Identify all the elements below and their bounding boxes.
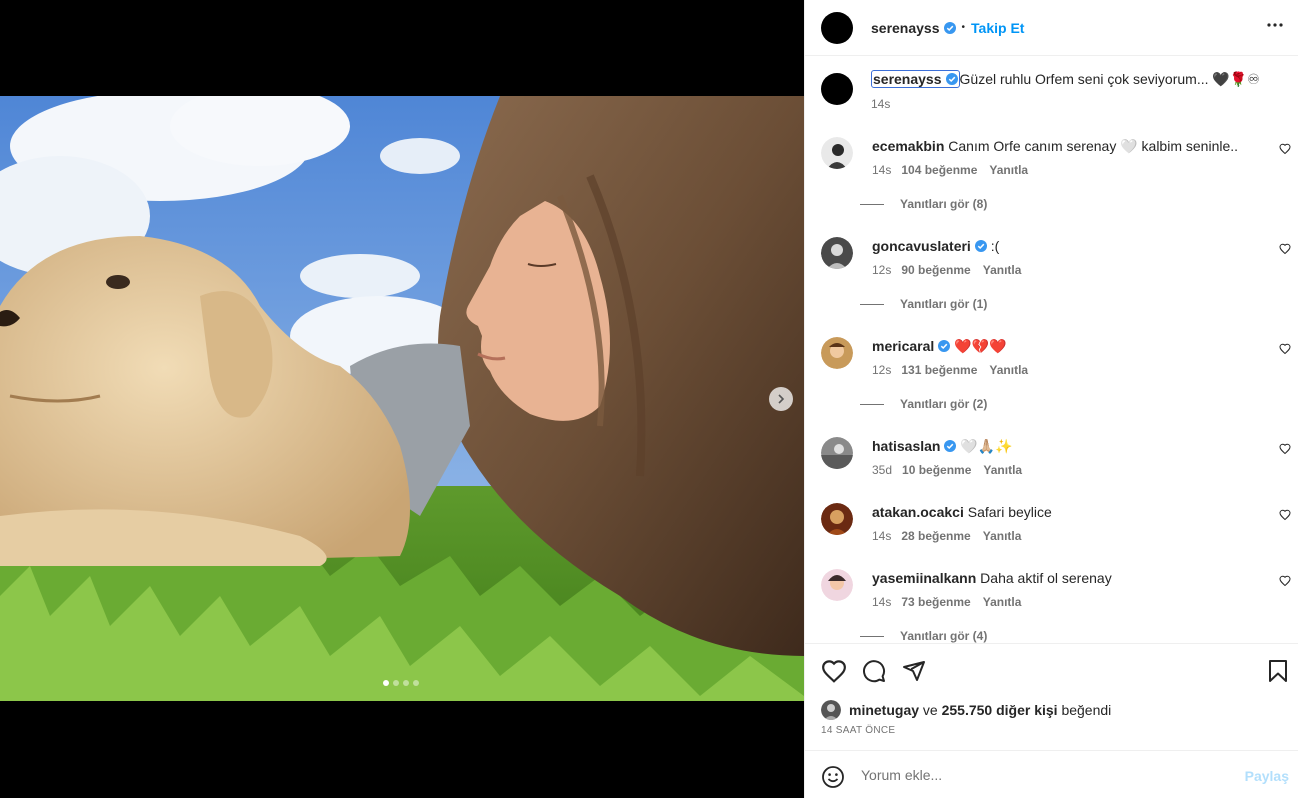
comment-likes[interactable]: 73 beğenme [901,595,970,609]
commenter-username[interactable]: hatisaslan [872,438,940,454]
more-options-icon[interactable] [1266,18,1284,32]
comment-like-icon[interactable] [1279,343,1291,355]
carousel-indicator [383,680,419,686]
comment-time[interactable]: 12s [872,363,891,377]
comment-time[interactable]: 14s [872,529,891,543]
verified-badge-icon [938,340,951,352]
reply-button[interactable]: Yanıtla [983,463,1022,477]
caption-text: Güzel ruhlu Orfem seni çok seviyorum... … [959,71,1260,87]
reply-button[interactable]: Yanıtla [983,263,1022,277]
view-replies-label[interactable]: Yanıtları gör (2) [900,397,987,411]
verified-badge-icon [974,240,987,252]
commenter-username[interactable]: atakan.ocakci [872,504,964,520]
likes-others[interactable]: 255.750 diğer kişi [942,702,1058,718]
likes-summary: minetugay ve 255.750 diğer kişi beğendi [821,700,1111,720]
chevron-right-icon [778,394,785,404]
carousel-dot [393,680,399,686]
add-comment-bar: Paylaş [805,750,1298,798]
post-photo[interactable] [0,96,804,701]
verified-badge-icon [944,440,957,452]
comment-text: Daha aktif ol serenay [980,570,1112,586]
comment-likes[interactable]: 90 beğenme [901,263,970,277]
post-header: serenayss • Takip Et [805,0,1298,56]
replies-line [860,635,884,637]
post-comment-button[interactable]: Paylaş [1245,768,1289,784]
commenter-avatar[interactable] [821,337,853,369]
comment-text: Safari beylice [967,504,1052,520]
comment-likes[interactable]: 104 beğenme [901,163,977,177]
comment-like-icon[interactable] [1279,443,1291,455]
reply-button[interactable]: Yanıtla [989,363,1028,377]
comment-time[interactable]: 35d [872,463,892,477]
comment-like-icon[interactable] [1279,509,1291,521]
view-replies-button[interactable]: Yanıtları gör (2) [860,397,987,411]
liker-avatar[interactable] [821,700,841,720]
comment-like-icon[interactable] [1279,243,1291,255]
comment-time[interactable]: 14s [872,163,891,177]
caption-avatar[interactable] [821,73,853,105]
commenter-avatar[interactable] [821,569,853,601]
commenter-avatar[interactable] [821,137,853,169]
emoji-icon[interactable] [821,765,845,789]
post-time-ago[interactable]: 14 SAAT ÖNCE [821,725,895,736]
next-slide-button[interactable] [769,387,793,411]
verified-badge-icon [943,21,956,34]
view-replies-button[interactable]: Yanıtları gör (8) [860,197,987,211]
commenter-username[interactable]: mericaral [872,338,934,354]
commenter-avatar[interactable] [821,237,853,269]
comment-like-icon[interactable] [1279,143,1291,155]
comment-likes[interactable]: 28 beğenme [901,529,970,543]
reply-button[interactable]: Yanıtla [989,163,1028,177]
verified-badge-icon [945,73,958,85]
commenter-username[interactable]: yasemiinalkann [872,570,976,586]
comment-text: ❤️💔❤️ [954,338,1007,354]
commenter-username[interactable]: ecemakbin [872,138,944,154]
commenter-username[interactable]: goncavuslateri [872,238,971,254]
comment-likes[interactable]: 131 beğenme [901,363,977,377]
like-heart-icon[interactable] [821,659,847,683]
view-replies-label[interactable]: Yanıtları gör (4) [900,629,987,643]
author-username[interactable]: serenayss [871,20,940,36]
follow-button[interactable]: Takip Et [971,20,1024,36]
replies-line [860,303,884,305]
comments-list[interactable]: serenayss Güzel ruhlu Orfem seni çok sevi… [805,57,1298,643]
photo-illustration [0,96,804,701]
comment-input[interactable] [861,763,1221,787]
carousel-dot [403,680,409,686]
commenter-avatar[interactable] [821,437,853,469]
post-actions [805,643,1298,701]
view-replies-label[interactable]: Yanıtları gör (1) [900,297,987,311]
carousel-dot [383,680,389,686]
view-replies-button[interactable]: Yanıtları gör (1) [860,297,987,311]
bookmark-save-icon[interactable] [1268,659,1288,683]
post-side-panel: serenayss • Takip Et serenayss Güzel ruhl… [804,0,1298,798]
carousel-dot [413,680,419,686]
author-avatar[interactable] [821,11,853,44]
replies-line [860,403,884,405]
share-send-icon[interactable] [902,659,926,683]
comment-like-icon[interactable] [1279,575,1291,587]
comment-text: Canım Orfe canım serenay 🤍 kalbim seninl… [948,138,1239,154]
view-replies-button[interactable]: Yanıtları gör (4) [860,629,987,643]
liker-username[interactable]: minetugay [849,702,919,718]
replies-line [860,203,884,205]
comment-text: :( [990,238,1000,254]
reply-button[interactable]: Yanıtla [983,595,1022,609]
commenter-avatar[interactable] [821,503,853,535]
caption-time: 14s [871,97,891,111]
comment-time[interactable]: 14s [872,595,891,609]
header-separator: • [961,22,966,33]
comment-time[interactable]: 12s [872,263,891,277]
likes-connector: ve [922,702,938,718]
comment-likes[interactable]: 10 beğenme [902,463,971,477]
likes-suffix: beğendi [1061,702,1112,718]
view-replies-label[interactable]: Yanıtları gör (8) [900,197,987,211]
comment-bubble-icon[interactable] [862,659,886,683]
post-media [0,0,804,798]
post-caption: serenayss Güzel ruhlu Orfem seni çok sevi… [821,70,1260,111]
caption-username-link[interactable]: serenayss [871,70,960,88]
comment-text: 🤍🙏🏼✨ [960,438,1013,454]
reply-button[interactable]: Yanıtla [983,529,1022,543]
caption-username[interactable]: serenayss [873,71,942,87]
